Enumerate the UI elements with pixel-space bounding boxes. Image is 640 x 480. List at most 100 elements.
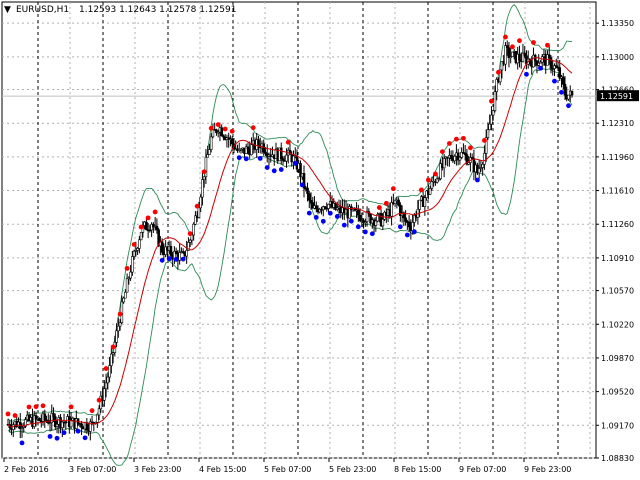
time-label: 5 Feb 23:00: [329, 465, 376, 474]
signal-dot-down: [348, 218, 354, 224]
candle-body: [483, 153, 486, 165]
candle-body: [145, 221, 148, 231]
signal-dot-up: [26, 404, 32, 410]
collapse-triangle-icon[interactable]: ▼: [4, 5, 11, 15]
price-label: 1.11260: [601, 220, 634, 229]
candle-body: [96, 414, 99, 423]
candle-body: [131, 256, 134, 273]
signal-dot-down: [334, 214, 340, 219]
candle-body: [504, 45, 507, 65]
signal-dot-down: [278, 167, 284, 172]
candle-body: [103, 388, 106, 401]
candle-body: [488, 123, 491, 130]
candle-body: [357, 209, 360, 216]
signal-dot-up: [461, 135, 466, 141]
signal-dot-up: [545, 42, 550, 48]
candle-body: [428, 188, 432, 195]
candle-body: [563, 84, 567, 96]
signal-dot-up: [96, 397, 102, 403]
candle-body: [453, 155, 456, 162]
time-label: 3 Feb 07:00: [69, 465, 116, 474]
candle-body: [309, 200, 313, 203]
moving-average-line: [7, 57, 573, 428]
price-axis[interactable]: 1.133501.130001.126601.123101.119601.116…: [596, 19, 634, 463]
signal-dot-up: [110, 344, 116, 350]
chart-window[interactable]: 1.13350 1.13000 1.12660 1.12310 1.11960 1.116…: [0, 0, 640, 480]
signal-dot-down: [341, 222, 347, 228]
candle-body: [481, 164, 484, 168]
signal-dot-up: [425, 177, 431, 183]
candle-body: [358, 215, 362, 221]
candle-body: [178, 252, 181, 261]
candle-body: [202, 176, 206, 180]
time-label: 9 Feb 23:00: [524, 465, 571, 474]
signal-dot-up: [215, 122, 221, 128]
signal-dot-down: [524, 71, 529, 77]
signal-dot-down: [166, 256, 172, 262]
candle-body: [442, 158, 446, 169]
signal-dot-up: [383, 200, 389, 206]
candle-body: [124, 291, 127, 299]
signal-dot-up: [439, 149, 445, 155]
price-label: 1.12310: [601, 119, 634, 128]
signal-dot-down: [159, 257, 165, 263]
candle-body: [423, 197, 427, 208]
candle-body: [209, 136, 213, 150]
signal-dot-up: [510, 44, 515, 50]
signal-dot-up: [89, 408, 95, 414]
candle-body: [160, 241, 164, 253]
price-label: 1.13000: [601, 53, 634, 62]
signal-dot-down: [327, 210, 333, 216]
time-axis[interactable]: 2 Feb 2016 3 Feb 07:00 3 Feb 23:00 4 Feb 15…: [3, 458, 571, 474]
candle-body: [511, 51, 514, 57]
candlesticks[interactable]: [6, 40, 574, 441]
candle-body: [197, 207, 201, 218]
signal-dot-down: [47, 434, 53, 439]
ohlc-values: 1.12593 1.12643 1.12578 1.12591: [79, 5, 236, 15]
candle-body: [418, 199, 421, 210]
price-label: 1.10570: [601, 287, 634, 296]
signal-dot-down: [411, 229, 417, 235]
candle-body: [397, 199, 400, 206]
candle-body: [449, 155, 453, 159]
candle-body: [246, 146, 250, 150]
signal-dot-down: [236, 155, 242, 161]
candle-body: [250, 144, 253, 156]
signal-dot-up: [131, 242, 137, 247]
signal-dot-up: [12, 413, 18, 418]
candle-body: [570, 90, 574, 96]
candle-body: [110, 353, 113, 366]
price-chart[interactable]: 1.133501.130001.126601.123101.119601.116…: [0, 0, 640, 480]
signal-dot-up: [482, 138, 487, 143]
candle-body: [208, 149, 211, 155]
candle-body: [486, 129, 490, 138]
signal-dot-up: [103, 366, 109, 371]
signal-dot-down: [271, 168, 277, 174]
signal-dot-up: [453, 136, 459, 142]
signal-dot-up: [68, 404, 74, 410]
candle-body: [104, 382, 108, 390]
signal-dot-up: [503, 34, 508, 40]
signal-dot-down: [369, 231, 375, 237]
signal-dot-up: [489, 98, 494, 104]
price-label: 1.11960: [601, 153, 634, 162]
signal-dot-up: [152, 209, 158, 215]
signal-dot-up: [432, 171, 438, 177]
signal-dot-up: [201, 169, 207, 175]
price-label: 1.09520: [601, 388, 634, 397]
candle-body: [549, 57, 553, 69]
candle-body: [138, 239, 141, 249]
price-label: 1.10220: [601, 320, 634, 329]
middle-line: [7, 57, 573, 428]
signal-dot-down: [264, 165, 270, 170]
candle-body: [314, 205, 318, 210]
candle-body: [139, 231, 143, 241]
candle-body: [567, 94, 570, 100]
candle-body: [206, 154, 209, 158]
signal-dot-down: [475, 177, 480, 183]
signal-dot-up: [124, 265, 130, 271]
signal-dot-up: [468, 145, 473, 151]
current-price-tag: 1.12591: [597, 90, 639, 102]
candle-body: [279, 147, 283, 159]
candle-body: [169, 245, 173, 256]
